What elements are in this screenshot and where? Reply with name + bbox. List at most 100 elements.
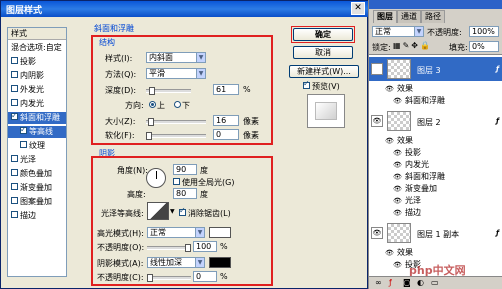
fx-icon[interactable]: ƒ xyxy=(496,117,499,125)
add-style-icon[interactable]: ƒ xyxy=(389,278,392,287)
checkbox-icon[interactable] xyxy=(11,211,18,218)
shadow-mode-select[interactable]: 线性加深 ▼ xyxy=(147,257,205,268)
checkbox-checked-icon[interactable] xyxy=(11,110,18,122)
highlight-opacity-thumb[interactable] xyxy=(185,244,191,252)
layer-opacity-input[interactable]: 100% xyxy=(469,26,499,37)
eye-icon[interactable]: 👁 xyxy=(393,172,402,181)
adjustment-icon[interactable]: ◐ xyxy=(417,278,424,287)
checkbox-icon[interactable] xyxy=(11,85,18,92)
effect-item[interactable]: 👁 投影 xyxy=(393,147,421,158)
size-input[interactable]: 16 xyxy=(213,115,239,126)
effects-header[interactable]: 👁 效果 xyxy=(385,135,413,146)
shadow-opacity-slider[interactable] xyxy=(147,274,191,282)
global-light-checkbox[interactable]: 使用全局光(G) xyxy=(173,177,234,188)
angle-input[interactable]: 90 xyxy=(173,164,197,175)
layer-name[interactable]: 图层 1 副本 xyxy=(417,229,459,240)
panel-titlebar[interactable] xyxy=(369,0,502,9)
eye-icon[interactable]: 👁 xyxy=(393,260,402,269)
style-item-2[interactable]: 外发光 xyxy=(8,84,66,96)
style-item-6[interactable]: 纹理 xyxy=(8,140,66,152)
dialog-titlebar[interactable]: 图层样式 ✕ xyxy=(1,1,369,17)
layer-name[interactable]: 图层 2 xyxy=(417,117,441,128)
fill-input[interactable]: 0% xyxy=(469,41,499,52)
soften-slider-thumb[interactable] xyxy=(146,132,152,140)
checkbox-icon[interactable] xyxy=(11,169,18,176)
folder-icon[interactable]: ▭ xyxy=(431,278,439,287)
effect-item[interactable]: 👁 斜面和浮雕 xyxy=(393,171,445,182)
eye-icon[interactable]: 👁 xyxy=(393,160,402,169)
effect-item[interactable]: 👁 光泽 xyxy=(393,195,421,206)
style-item-1[interactable]: 内阴影 xyxy=(8,70,66,82)
method-select[interactable]: 平滑 ▼ xyxy=(146,68,206,79)
lock-icons[interactable]: ▦✎✥🔒 xyxy=(393,41,432,50)
direction-down-radio[interactable]: 下 xyxy=(174,100,190,111)
layer-name[interactable]: 图层 3 xyxy=(417,65,441,76)
eye-icon[interactable]: 👁 xyxy=(371,63,383,75)
eye-icon[interactable]: 👁 xyxy=(385,84,394,93)
eye-icon[interactable]: 👁 xyxy=(393,96,402,105)
depth-slider[interactable] xyxy=(146,87,191,95)
layer-row[interactable]: 👁 图层 1 副本 ƒ xyxy=(369,221,502,245)
checkbox-icon[interactable] xyxy=(11,57,18,64)
style-item-3[interactable]: 内发光 xyxy=(8,98,66,110)
angle-dial[interactable] xyxy=(146,168,166,188)
effect-item[interactable]: 👁 描边 xyxy=(393,207,421,218)
checkbox-checked-icon[interactable] xyxy=(20,124,27,136)
eye-icon[interactable]: 👁 xyxy=(371,227,383,239)
layer-row[interactable]: 👁 图层 2 ƒ xyxy=(369,109,502,133)
lock-paint-icon[interactable]: ✎ xyxy=(403,41,412,50)
depth-input[interactable]: 61 xyxy=(213,84,239,95)
layer-blend-mode-select[interactable]: 正常 ▼ xyxy=(372,26,424,37)
highlight-color-swatch[interactable] xyxy=(209,227,231,238)
layer-row[interactable]: 👁 图层 3 ƒ xyxy=(369,57,502,81)
antialias-checkbox[interactable]: 消除锯齿(L) xyxy=(179,206,231,219)
preview-checkbox[interactable]: 预览(V) xyxy=(303,79,340,92)
effect-item[interactable]: 👁 斜面和浮雕 xyxy=(393,95,445,106)
style-item-0[interactable]: 投影 xyxy=(8,56,66,68)
cancel-button[interactable]: 取消 xyxy=(293,46,353,59)
checkbox-icon[interactable] xyxy=(11,155,18,162)
eye-icon[interactable]: 👁 xyxy=(385,136,394,145)
checkbox-icon[interactable] xyxy=(20,141,27,148)
gloss-contour-picker[interactable] xyxy=(147,202,169,220)
effects-header[interactable]: 👁 效果 xyxy=(385,83,413,94)
lock-all-icon[interactable]: 🔒 xyxy=(420,41,432,50)
style-item-8[interactable]: 颜色叠加 xyxy=(8,168,66,180)
highlight-opacity-slider[interactable] xyxy=(147,244,191,252)
blend-options-item[interactable]: 混合选项:自定 xyxy=(8,42,66,54)
style-item-9[interactable]: 渐变叠加 xyxy=(8,182,66,194)
ok-button[interactable]: 确定 xyxy=(293,28,353,41)
bevel-style-select[interactable]: 内斜面 ▼ xyxy=(146,52,206,63)
close-button[interactable]: ✕ xyxy=(351,2,365,15)
effect-item[interactable]: 👁 渐变叠加 xyxy=(393,183,437,194)
lock-transparency-icon[interactable]: ▦ xyxy=(393,41,403,50)
shadow-color-swatch[interactable] xyxy=(209,257,231,268)
eye-icon[interactable]: 👁 xyxy=(371,115,383,127)
eye-icon[interactable]: 👁 xyxy=(393,148,402,157)
effects-header[interactable]: 👁 效果 xyxy=(385,247,413,258)
new-style-button[interactable]: 新建样式(W)... xyxy=(289,65,359,78)
fx-icon[interactable]: ƒ xyxy=(496,65,499,73)
highlight-opacity-input[interactable]: 100 xyxy=(193,241,217,252)
soften-slider[interactable] xyxy=(146,132,206,140)
checkbox-icon[interactable] xyxy=(11,99,18,106)
lock-move-icon[interactable]: ✥ xyxy=(411,41,420,50)
depth-slider-thumb[interactable] xyxy=(148,87,155,95)
altitude-input[interactable]: 80 xyxy=(173,188,197,199)
size-slider-thumb[interactable] xyxy=(148,118,154,126)
eye-icon[interactable]: 👁 xyxy=(385,248,394,257)
highlight-mode-select[interactable]: 正常 ▼ xyxy=(147,227,205,238)
style-item-4[interactable]: 斜面和浮雕 xyxy=(8,110,66,124)
eye-icon[interactable]: 👁 xyxy=(393,196,402,205)
chevron-down-icon[interactable]: ▼ xyxy=(170,208,175,215)
shadow-opacity-thumb[interactable] xyxy=(147,274,153,282)
size-slider[interactable] xyxy=(146,118,206,126)
style-item-5[interactable]: 等高线 xyxy=(8,124,66,138)
link-icon[interactable]: ∞ xyxy=(375,278,382,287)
styles-header[interactable]: 样式 xyxy=(8,28,66,40)
direction-up-radio[interactable]: 上 xyxy=(149,100,165,111)
checkbox-icon[interactable] xyxy=(11,71,18,78)
soften-input[interactable]: 0 xyxy=(213,129,239,140)
tab-paths[interactable]: 路径 xyxy=(421,10,445,23)
checkbox-icon[interactable] xyxy=(11,183,18,190)
